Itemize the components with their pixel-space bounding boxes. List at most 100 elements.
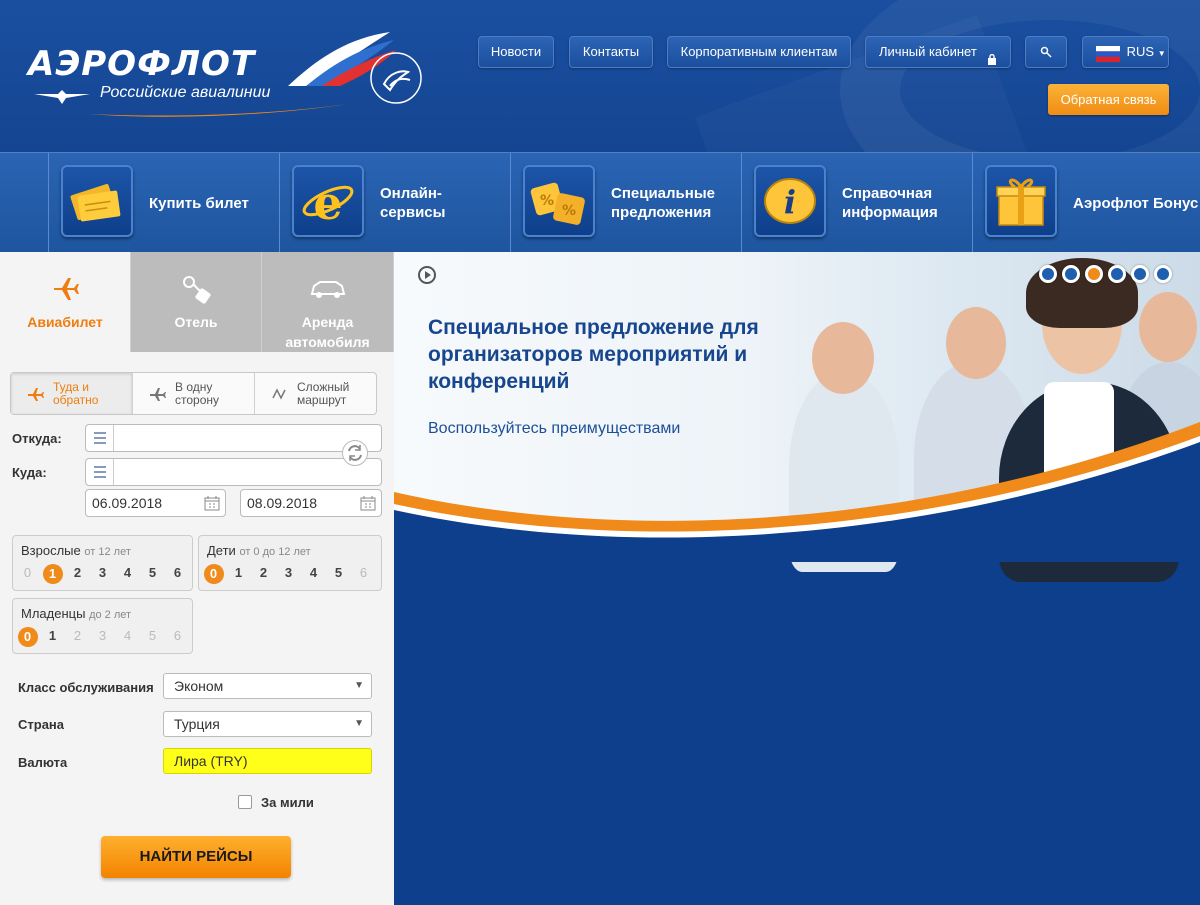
count-option-1[interactable]: 1 [226, 564, 251, 584]
internet-explorer-icon: e [292, 165, 364, 237]
trip-multi-city[interactable]: Сложный маршрут [255, 373, 376, 414]
count-option-0[interactable]: 0 [201, 564, 226, 584]
count-option-3[interactable]: 3 [90, 627, 115, 647]
info-icon: i [754, 165, 826, 237]
nav-cabinet-button[interactable]: Личный кабинет [865, 36, 1011, 68]
nav-search-button[interactable] [1025, 36, 1067, 68]
count-option-6[interactable]: 6 [351, 564, 376, 584]
slide-dot[interactable] [1062, 265, 1080, 283]
search-icon [1040, 46, 1052, 58]
tab-flight[interactable]: Авиабилет [0, 252, 131, 352]
count-option-1[interactable]: 1 [40, 627, 65, 647]
trip-label: Сложный маршрут [297, 380, 350, 407]
miles-label: За мили [261, 795, 314, 810]
from-input[interactable] [85, 424, 382, 452]
count-option-1[interactable]: 1 [40, 564, 65, 584]
aeroflot-logo[interactable]: АЭРОФЛОТ Российские авиалинии [28, 28, 396, 128]
language-selector[interactable]: RUS ▼ [1082, 36, 1169, 68]
children-count-options: 0 1 2 3 4 5 6 [201, 564, 376, 584]
slider-dots [1039, 265, 1172, 283]
nav-news-button[interactable]: Новости [478, 36, 554, 68]
country-select[interactable]: Турция ▼ [163, 711, 372, 737]
person-head [1139, 292, 1197, 362]
skyteam-logo[interactable] [368, 50, 424, 106]
route-icon [272, 388, 286, 400]
slide-dot[interactable] [1039, 265, 1057, 283]
count-option-0[interactable]: 0 [15, 627, 40, 647]
currency-select[interactable]: Лира (TRY) [163, 748, 372, 774]
trip-one-way[interactable]: В одну сторону [133, 373, 255, 414]
find-flights-button[interactable]: НАЙТИ РЕЙСЫ [101, 836, 291, 878]
nav-contacts-button[interactable]: Контакты [569, 36, 653, 68]
count-option-3[interactable]: 3 [90, 564, 115, 584]
return-date-input[interactable]: 08.09.2018 [240, 489, 382, 517]
count-option-4[interactable]: 4 [115, 627, 140, 647]
trip-round[interactable]: Туда и обратно [11, 373, 133, 414]
site-header: АЭРОФЛОТ Российские авиалинии Новости Ко… [0, 0, 1200, 152]
promo-banner[interactable]: Специальное предложение для организаторо… [394, 252, 1200, 905]
class-label: Класс обслуживания [18, 680, 154, 695]
infants-title: Младенцы до 2 лет [21, 606, 132, 621]
airplane-icon [0, 274, 130, 304]
gift-icon [985, 165, 1057, 237]
menu-item-aeroflot-bonus[interactable]: Аэрофлот Бонус [972, 153, 1200, 253]
count-option-5[interactable]: 5 [140, 627, 165, 647]
tab-label: Авиабилет [27, 314, 103, 330]
slide-dot-active[interactable] [1085, 265, 1103, 283]
lock-icon [988, 46, 996, 65]
class-value: Эконом [174, 678, 224, 694]
count-option-4[interactable]: 4 [115, 564, 140, 584]
return-date-value: 08.09.2018 [247, 495, 318, 511]
tab-label: Аренда автомобиля [285, 314, 370, 350]
calendar-icon[interactable] [360, 495, 376, 511]
menu-item-special-offers[interactable]: % % Специальные предложения [510, 153, 741, 253]
menu-item-label: Справочная информация [842, 185, 938, 221]
count-option-0[interactable]: 0 [15, 564, 40, 584]
menu-item-buy-ticket[interactable]: Купить билет [48, 153, 279, 253]
children-selector: Дети от 0 до 12 лет 0 1 2 3 4 5 6 [198, 535, 382, 591]
count-option-2[interactable]: 2 [251, 564, 276, 584]
count-option-6[interactable]: 6 [165, 627, 190, 647]
nav-corporate-button[interactable]: Корпоративным клиентам [667, 36, 851, 68]
slide-dot[interactable] [1108, 265, 1126, 283]
feedback-button[interactable]: Обратная связь [1048, 84, 1169, 115]
slide-dot[interactable] [1154, 265, 1172, 283]
play-icon[interactable] [418, 266, 436, 284]
percent-dice-icon: % % [523, 165, 595, 237]
count-option-6[interactable]: 6 [165, 564, 190, 584]
person-head [812, 322, 874, 394]
count-option-5[interactable]: 5 [140, 564, 165, 584]
round-trip-plane-icon [28, 388, 44, 401]
main-menu: Купить билет e Онлайн- сервисы % % Специ… [0, 152, 1200, 253]
country-value: Турция [174, 716, 220, 732]
infants-count-options: 0 1 2 3 4 5 6 [15, 627, 190, 647]
swap-cities-button[interactable] [342, 440, 368, 466]
hotel-key-icon [131, 274, 261, 304]
adults-selector: Взрослые от 12 лет 0 1 2 3 4 5 6 [12, 535, 193, 591]
banner-title: Специальное предложение для организаторо… [428, 316, 759, 393]
tab-car-rental[interactable]: Аренда автомобиля [262, 252, 394, 352]
count-option-2[interactable]: 2 [65, 564, 90, 584]
count-option-4[interactable]: 4 [301, 564, 326, 584]
slide-dot[interactable] [1131, 265, 1149, 283]
logo-subtitle: Российские авиалинии [100, 84, 271, 101]
menu-item-reference-info[interactable]: i Справочная информация [741, 153, 972, 253]
depart-date-input[interactable]: 06.09.2018 [85, 489, 226, 517]
menu-item-online-services[interactable]: e Онлайн- сервисы [279, 153, 510, 253]
trip-label: Туда и обратно [53, 380, 99, 407]
to-input[interactable] [85, 458, 382, 486]
list-icon[interactable] [86, 459, 114, 485]
count-option-5[interactable]: 5 [326, 564, 351, 584]
russia-flag-icon [1096, 43, 1120, 63]
svg-text:%: % [562, 203, 576, 219]
count-option-3[interactable]: 3 [276, 564, 301, 584]
svg-text:e: e [313, 176, 342, 230]
tab-hotel[interactable]: Отель [131, 252, 262, 352]
tickets-icon [61, 165, 133, 237]
count-option-2[interactable]: 2 [65, 627, 90, 647]
class-select[interactable]: Эконом ▼ [163, 673, 372, 699]
svg-text:i: i [784, 183, 796, 221]
miles-checkbox[interactable] [238, 795, 252, 809]
calendar-icon[interactable] [204, 495, 220, 511]
list-icon[interactable] [86, 425, 114, 451]
